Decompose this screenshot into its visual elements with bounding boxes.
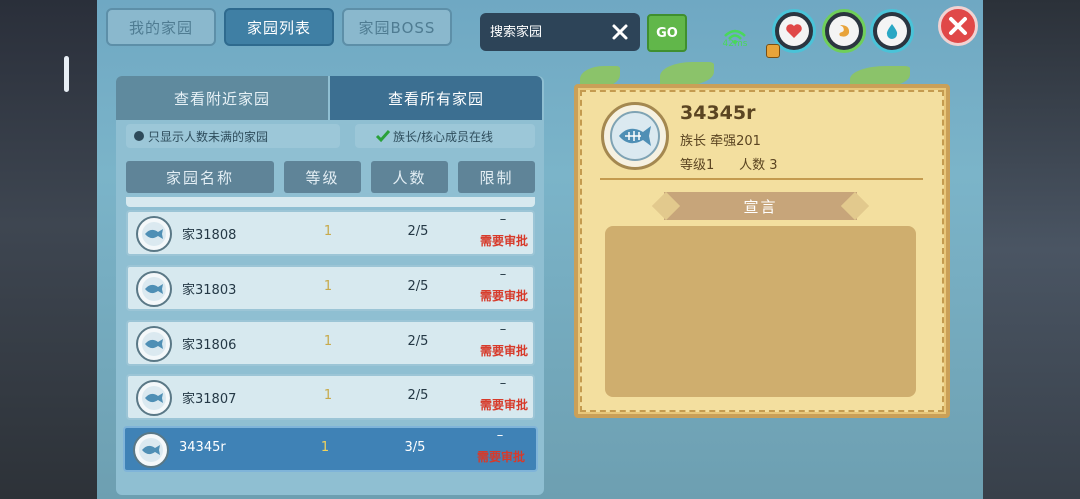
fish-emblem-icon xyxy=(133,432,169,468)
hunger-ring xyxy=(822,9,866,53)
close-icon xyxy=(949,17,967,35)
table-row[interactable]: 家31808 1 2/5 – 需要审批 xyxy=(126,210,535,256)
row-limit-text: 需要审批 xyxy=(479,398,528,412)
row-level: 1 xyxy=(323,388,333,403)
row-member-count: 2/5 xyxy=(407,224,429,239)
column-header-limit: 限制 xyxy=(458,161,535,193)
row-level: 1 xyxy=(323,334,333,349)
row-limit-dash: – xyxy=(499,376,507,391)
table-row[interactable]: 家31807 1 2/5 – 需要审批 xyxy=(126,374,535,420)
tab-home-list[interactable]: 家园列表 xyxy=(224,8,334,46)
column-header-name: 家园名称 xyxy=(126,161,274,193)
row-home-name: 家31803 xyxy=(182,283,237,298)
table-row[interactable]: 家31803 1 2/5 – 需要审批 xyxy=(126,265,535,311)
tab-my-home[interactable]: 我的家园 xyxy=(106,8,216,46)
list-item-partial xyxy=(126,197,535,207)
declaration-label: 宣言 xyxy=(743,197,778,216)
row-home-name: 34345r xyxy=(179,440,226,455)
ping-readout: 42ms xyxy=(722,39,748,49)
row-level: 1 xyxy=(323,224,333,239)
search-input[interactable] xyxy=(490,24,600,40)
shield-icon xyxy=(766,44,780,58)
row-limit-dash: – xyxy=(499,322,507,337)
row-limit-dash: – xyxy=(499,212,507,227)
tab-nearby-homes[interactable]: 查看附近家园 xyxy=(116,76,328,120)
filter-leader-online-label: 族长/核心成员在线 xyxy=(393,129,494,144)
tab-all-homes[interactable]: 查看所有家园 xyxy=(330,76,542,120)
card-divider xyxy=(600,178,923,180)
fish-emblem-icon xyxy=(610,111,660,161)
row-member-count: 2/5 xyxy=(407,334,429,349)
row-limit-dash: – xyxy=(499,267,507,282)
checkmark-icon xyxy=(375,130,391,143)
close-button[interactable] xyxy=(938,6,978,46)
fish-emblem-icon xyxy=(136,326,172,362)
home-stats: 等级1 人数 3 xyxy=(680,158,778,173)
row-member-count: 2/5 xyxy=(407,279,429,294)
tab-home-boss[interactable]: 家园BOSS xyxy=(342,8,452,46)
search-box xyxy=(480,13,640,51)
column-header-level: 等级 xyxy=(284,161,361,193)
declaration-banner: 宣言 xyxy=(664,192,857,220)
row-limit-text: 需要审批 xyxy=(479,289,528,303)
clear-icon[interactable] xyxy=(610,22,630,42)
row-limit-text: 需要审批 xyxy=(476,450,525,464)
home-emblem-avatar xyxy=(601,102,669,170)
fish-emblem-icon xyxy=(136,380,172,416)
row-limit-dash: – xyxy=(496,428,504,443)
home-title: 34345r xyxy=(680,102,756,124)
table-row[interactable]: 34345r 1 3/5 – 需要审批 xyxy=(123,426,538,472)
background-scene-left xyxy=(0,0,100,499)
stomach-icon xyxy=(829,16,859,46)
radio-dot-icon xyxy=(134,131,144,141)
background-scene-right xyxy=(980,0,1080,499)
filter-not-full-label: 只显示人数未满的家园 xyxy=(148,129,269,144)
row-level: 1 xyxy=(323,279,333,294)
thirst-ring xyxy=(870,9,914,53)
fish-emblem-icon xyxy=(136,271,172,307)
side-handle[interactable] xyxy=(64,56,69,92)
row-home-name: 家31807 xyxy=(182,392,237,407)
water-drop-icon xyxy=(877,16,907,46)
home-leader: 族长 牵强201 xyxy=(680,134,761,149)
row-home-name: 家31808 xyxy=(182,228,237,243)
column-header-members: 人数 xyxy=(371,161,448,193)
row-level: 1 xyxy=(320,440,330,455)
row-member-count: 2/5 xyxy=(407,388,429,403)
row-limit-text: 需要审批 xyxy=(479,344,528,358)
row-limit-text: 需要审批 xyxy=(479,234,528,248)
filter-not-full[interactable]: 只显示人数未满的家园 xyxy=(126,124,340,148)
filter-leader-online[interactable]: 族长/核心成员在线 xyxy=(355,124,535,148)
row-home-name: 家31806 xyxy=(182,338,237,353)
declaration-text-box xyxy=(605,226,916,397)
go-button[interactable]: GO xyxy=(647,14,687,52)
table-row[interactable]: 家31806 1 2/5 – 需要审批 xyxy=(126,320,535,366)
heart-icon xyxy=(779,16,809,46)
row-member-count: 3/5 xyxy=(404,440,426,455)
fish-emblem-icon xyxy=(136,216,172,252)
